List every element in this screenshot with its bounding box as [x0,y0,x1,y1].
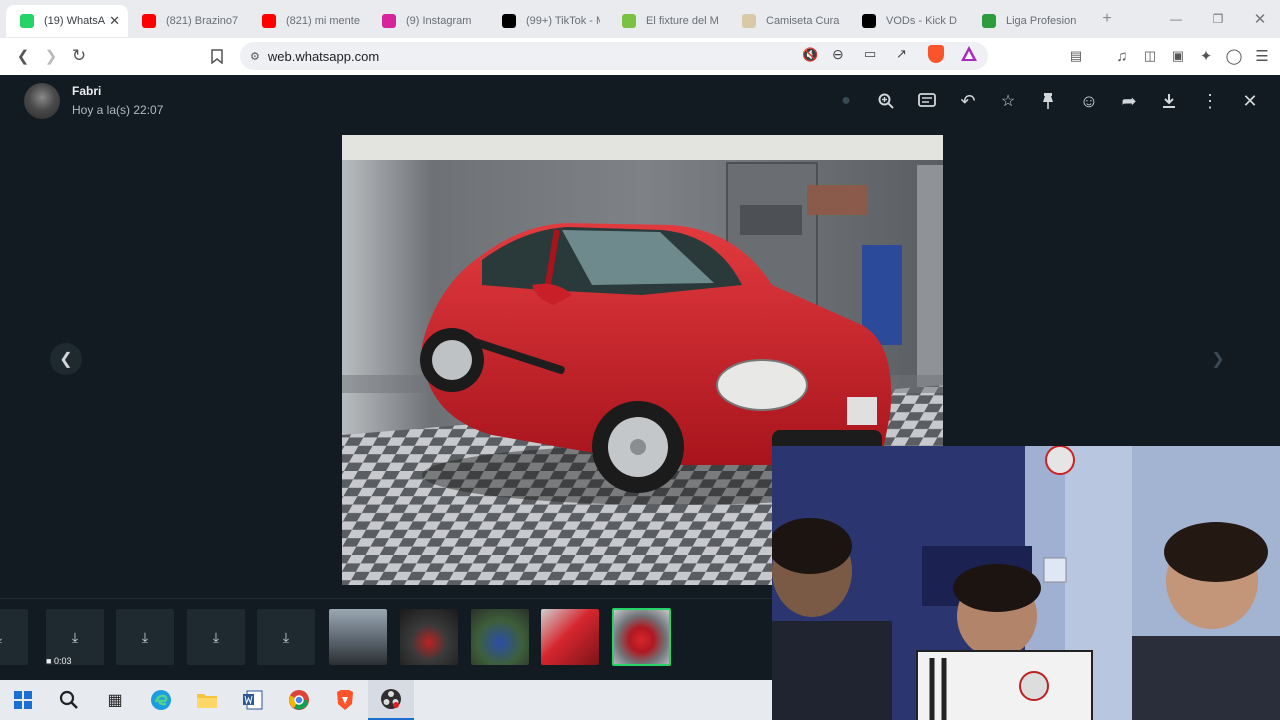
thumbnail-photo[interactable] [400,609,458,665]
tiktok-icon [502,14,516,28]
tab-title: (19) WhatsApp [44,15,106,27]
tab-title: Camiseta Cura [766,15,840,27]
chrome-icon[interactable] [276,680,322,720]
minimize-icon[interactable]: — [1154,0,1198,38]
wallet-icon[interactable]: ▣ [1164,42,1192,70]
close-window-icon[interactable]: ✕ [1238,0,1280,38]
close-viewer-icon[interactable]: ✕ [1238,89,1262,113]
cast-icon[interactable]: ▭ [864,46,876,62]
browser-tab[interactable]: (821) mi mente [248,5,368,37]
thumbnail-photo[interactable] [329,609,387,665]
react-emoji-icon[interactable]: ☺ [1077,89,1101,113]
edge-browser-icon[interactable] [138,680,184,720]
zoom-icon[interactable] [874,89,898,113]
search-icon[interactable] [46,680,92,720]
thumbnail-download[interactable]: ⤓ [0,609,28,665]
media-thumbnail-strip: ⤓ ⤓ ■ 0:03 ⤓ ⤓ ⤓ [0,598,772,680]
bookmark-icon[interactable] [203,42,231,70]
next-media-button[interactable]: ❯ [1202,343,1234,375]
whatsapp-icon [20,14,34,28]
previous-media-button[interactable]: ❮ [50,343,82,375]
browser-tab[interactable]: (99+) TikTok - M [488,5,608,37]
youtube-icon [262,14,276,28]
close-tab-icon[interactable]: ✕ [109,13,120,29]
download-icon[interactable] [1157,89,1181,113]
vpn-shield-icon[interactable]: ◯ [1220,42,1248,70]
more-options-icon[interactable]: ⋮ [1198,89,1222,113]
site-info-icon[interactable]: ⚙ [250,50,260,63]
browser-tab[interactable]: (19) WhatsApp✕ [6,5,128,37]
webcam-overlay [772,446,1280,720]
message-timestamp: Hoy a la(s) 22:07 [72,103,164,117]
avatar[interactable] [24,83,60,119]
url-text: web.whatsapp.com [267,48,380,64]
browser-tab[interactable]: VODs - Kick D [848,5,968,37]
forward-message-icon[interactable]: ➦ [1117,89,1141,113]
tab-title: (9) Instagram [406,15,472,27]
kick-icon [862,14,876,28]
restore-icon[interactable]: ❐ [1196,0,1240,38]
video-duration-text: 0:03 [53,656,72,666]
thumbnail-download[interactable]: ⤓ [116,609,174,665]
tab-title: (821) Brazino7 [166,15,239,27]
brave-shields-icon[interactable] [928,45,944,63]
tab-title: (821) mi mente [286,15,360,27]
thumbnail-photo-selected[interactable] [612,608,671,666]
share-icon[interactable]: ↗ [896,46,907,62]
back-icon[interactable]: ❮ [9,42,37,70]
pin-icon[interactable] [1036,89,1060,113]
browser-tab[interactable]: (9) Instagram [368,5,488,37]
shop-icon [742,14,756,28]
hd-icon: ● [841,92,851,109]
thumbnail-photo[interactable] [541,609,599,665]
mute-tab-icon[interactable]: 🔇 [802,47,818,63]
browser-tab-bar: (19) WhatsApp✕(821) Brazino7(821) mi men… [0,0,1280,38]
address-bar[interactable]: ⚙ web.whatsapp.com 🔇 ⊖ ▭ ↗ [240,42,988,70]
browser-tab[interactable]: Camiseta Cura [728,5,848,37]
sidebar-icon[interactable]: ◫ [1136,42,1164,70]
windows-taskbar: ▦ [0,680,772,720]
star-icon[interactable]: ☆ [996,89,1020,113]
browser-tab[interactable]: Liga Profesion [968,5,1088,37]
tab-title: El fixture del M [646,15,719,27]
ball-icon [982,14,996,28]
menu-icon[interactable]: ☰ [1248,42,1276,70]
word-icon[interactable] [230,680,276,720]
leo-ai-icon[interactable]: ✦ [1192,42,1220,70]
tab-title: VODs - Kick D [886,15,957,27]
obs-studio-icon[interactable] [368,680,414,720]
go-to-message-icon[interactable] [915,89,939,113]
tab-search-icon[interactable]: ▤ [1062,42,1090,70]
media-icon[interactable]: ♫ [1108,42,1136,70]
brave-rewards-icon[interactable] [960,45,978,68]
video-duration: ■ 0:03 [46,656,72,666]
browser-tab[interactable]: El fixture del M [608,5,728,37]
sender-name: Fabri [72,84,102,98]
task-view-icon[interactable]: ▦ [92,680,138,720]
tab-title: (99+) TikTok - M [526,15,600,27]
new-tab-button[interactable]: + [1092,10,1122,28]
thumbnail-photo[interactable] [471,609,529,665]
forward-icon[interactable]: ❯ [37,42,65,70]
zoom-out-icon[interactable]: ⊖ [832,46,844,63]
viewer-header: Fabri Hoy a la(s) 22:07 ● ↶ ☆ ☺ ➦ ⋮ ✕ [0,75,1280,127]
tab-title: Liga Profesion [1006,15,1077,27]
browser-tab[interactable]: (821) Brazino7 [128,5,248,37]
windows-start-icon[interactable] [0,680,46,720]
reply-icon[interactable]: ↶ [956,89,980,113]
thumbnail-download[interactable]: ⤓ [257,609,315,665]
thumbnail-download[interactable]: ⤓ [187,609,245,665]
brave-browser-icon[interactable] [322,680,368,720]
olé-icon [622,14,636,28]
youtube-icon [142,14,156,28]
reload-icon[interactable]: ↻ [65,42,93,70]
file-explorer-icon[interactable] [184,680,230,720]
instagram-icon [382,14,396,28]
